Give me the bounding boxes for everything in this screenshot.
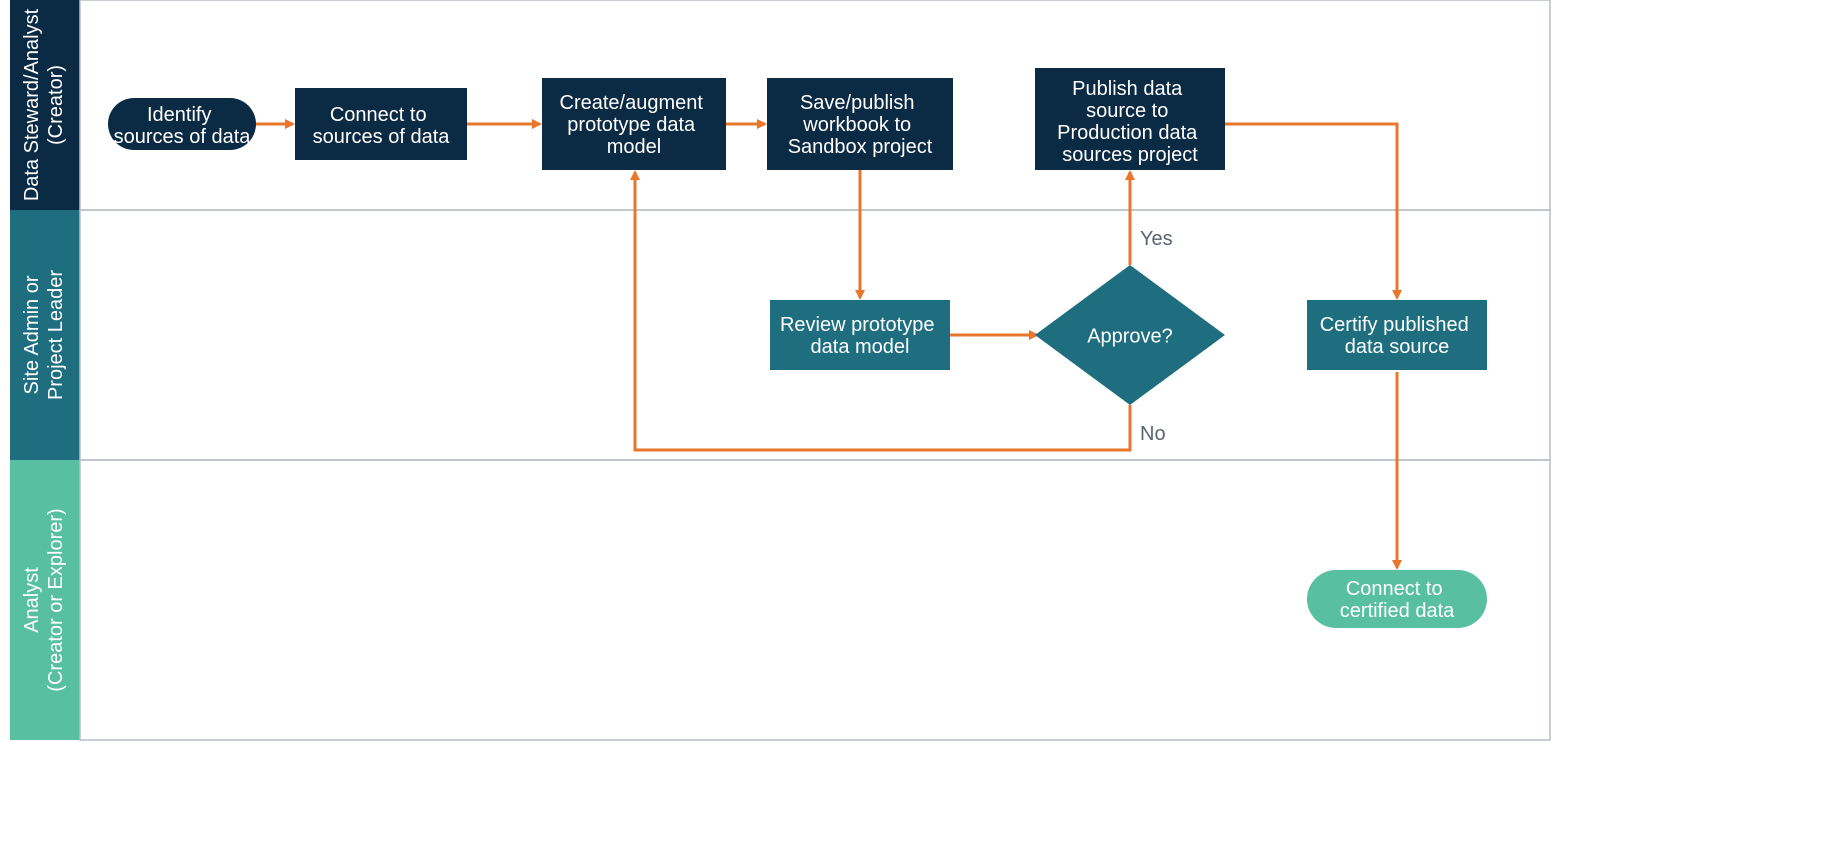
- lane-leader-header: Site Admin or Project Leader: [10, 210, 80, 460]
- node-review: Review prototype data model: [770, 300, 950, 370]
- svg-text:Site Admin or: Site Admin or: [21, 275, 43, 394]
- svg-text:Connect to sources of da: Connect to sources of data: [313, 104, 451, 148]
- swimlane-diagram: Data Steward/Analyst (Creator) Site Admi…: [0, 0, 1560, 750]
- node-approve-decision: Approve?: [1035, 265, 1225, 405]
- lane-analyst-header: Analyst (Creator or Explorer): [10, 460, 80, 740]
- svg-text:Data Steward/Analyst: Data Steward/Analyst: [21, 8, 43, 201]
- node-publish-source: Publish data source to Production data s…: [1035, 68, 1225, 170]
- lane-creator-header: Data Steward/Analyst (Creator): [10, 0, 80, 210]
- label-no: No: [1140, 423, 1166, 445]
- lane-analyst-label-2: (Creator or Explorer): [45, 508, 67, 691]
- node-certify: Certify published data source: [1307, 300, 1487, 370]
- node-approve-label: Approve?: [1087, 325, 1173, 347]
- node-create-augment: Create/augment prototype data model: [542, 78, 726, 170]
- svg-text:Publish data source to: Publish data source to Production data s…: [1057, 78, 1203, 166]
- node-connect: Connect to sources of data: [295, 88, 467, 160]
- node-identify: Identify sources of data: [108, 98, 256, 150]
- lane-analyst-label-1: Analyst: [21, 567, 43, 633]
- node-connect-certified: Connect to certified data: [1307, 570, 1487, 628]
- lane-leader-label-1: Site Admin or: [21, 275, 43, 394]
- svg-text:Analyst: Analyst: [21, 567, 43, 633]
- lane-leader-label-2: Project Leader: [45, 270, 67, 400]
- svg-text:(Creator): (Creator): [45, 65, 67, 145]
- arrow-publish-to-certify: [1225, 124, 1397, 298]
- svg-text:Connect to certified dat: Connect to certified data: [1340, 578, 1455, 622]
- lane-creator-label-1: Data Steward/Analyst: [21, 8, 43, 201]
- svg-text:(Creator or Explorer): (Creator or Explorer): [45, 508, 67, 691]
- node-save-publish: Save/publish workbook to Sandbox project: [767, 78, 953, 170]
- svg-text:Project Leader: Project Leader: [45, 270, 67, 400]
- lane-creator-label-2: (Creator): [45, 65, 67, 145]
- label-yes: Yes: [1140, 228, 1173, 250]
- svg-text:Save/publish workbook to: Save/publish workbook to Sandbox project: [788, 92, 933, 158]
